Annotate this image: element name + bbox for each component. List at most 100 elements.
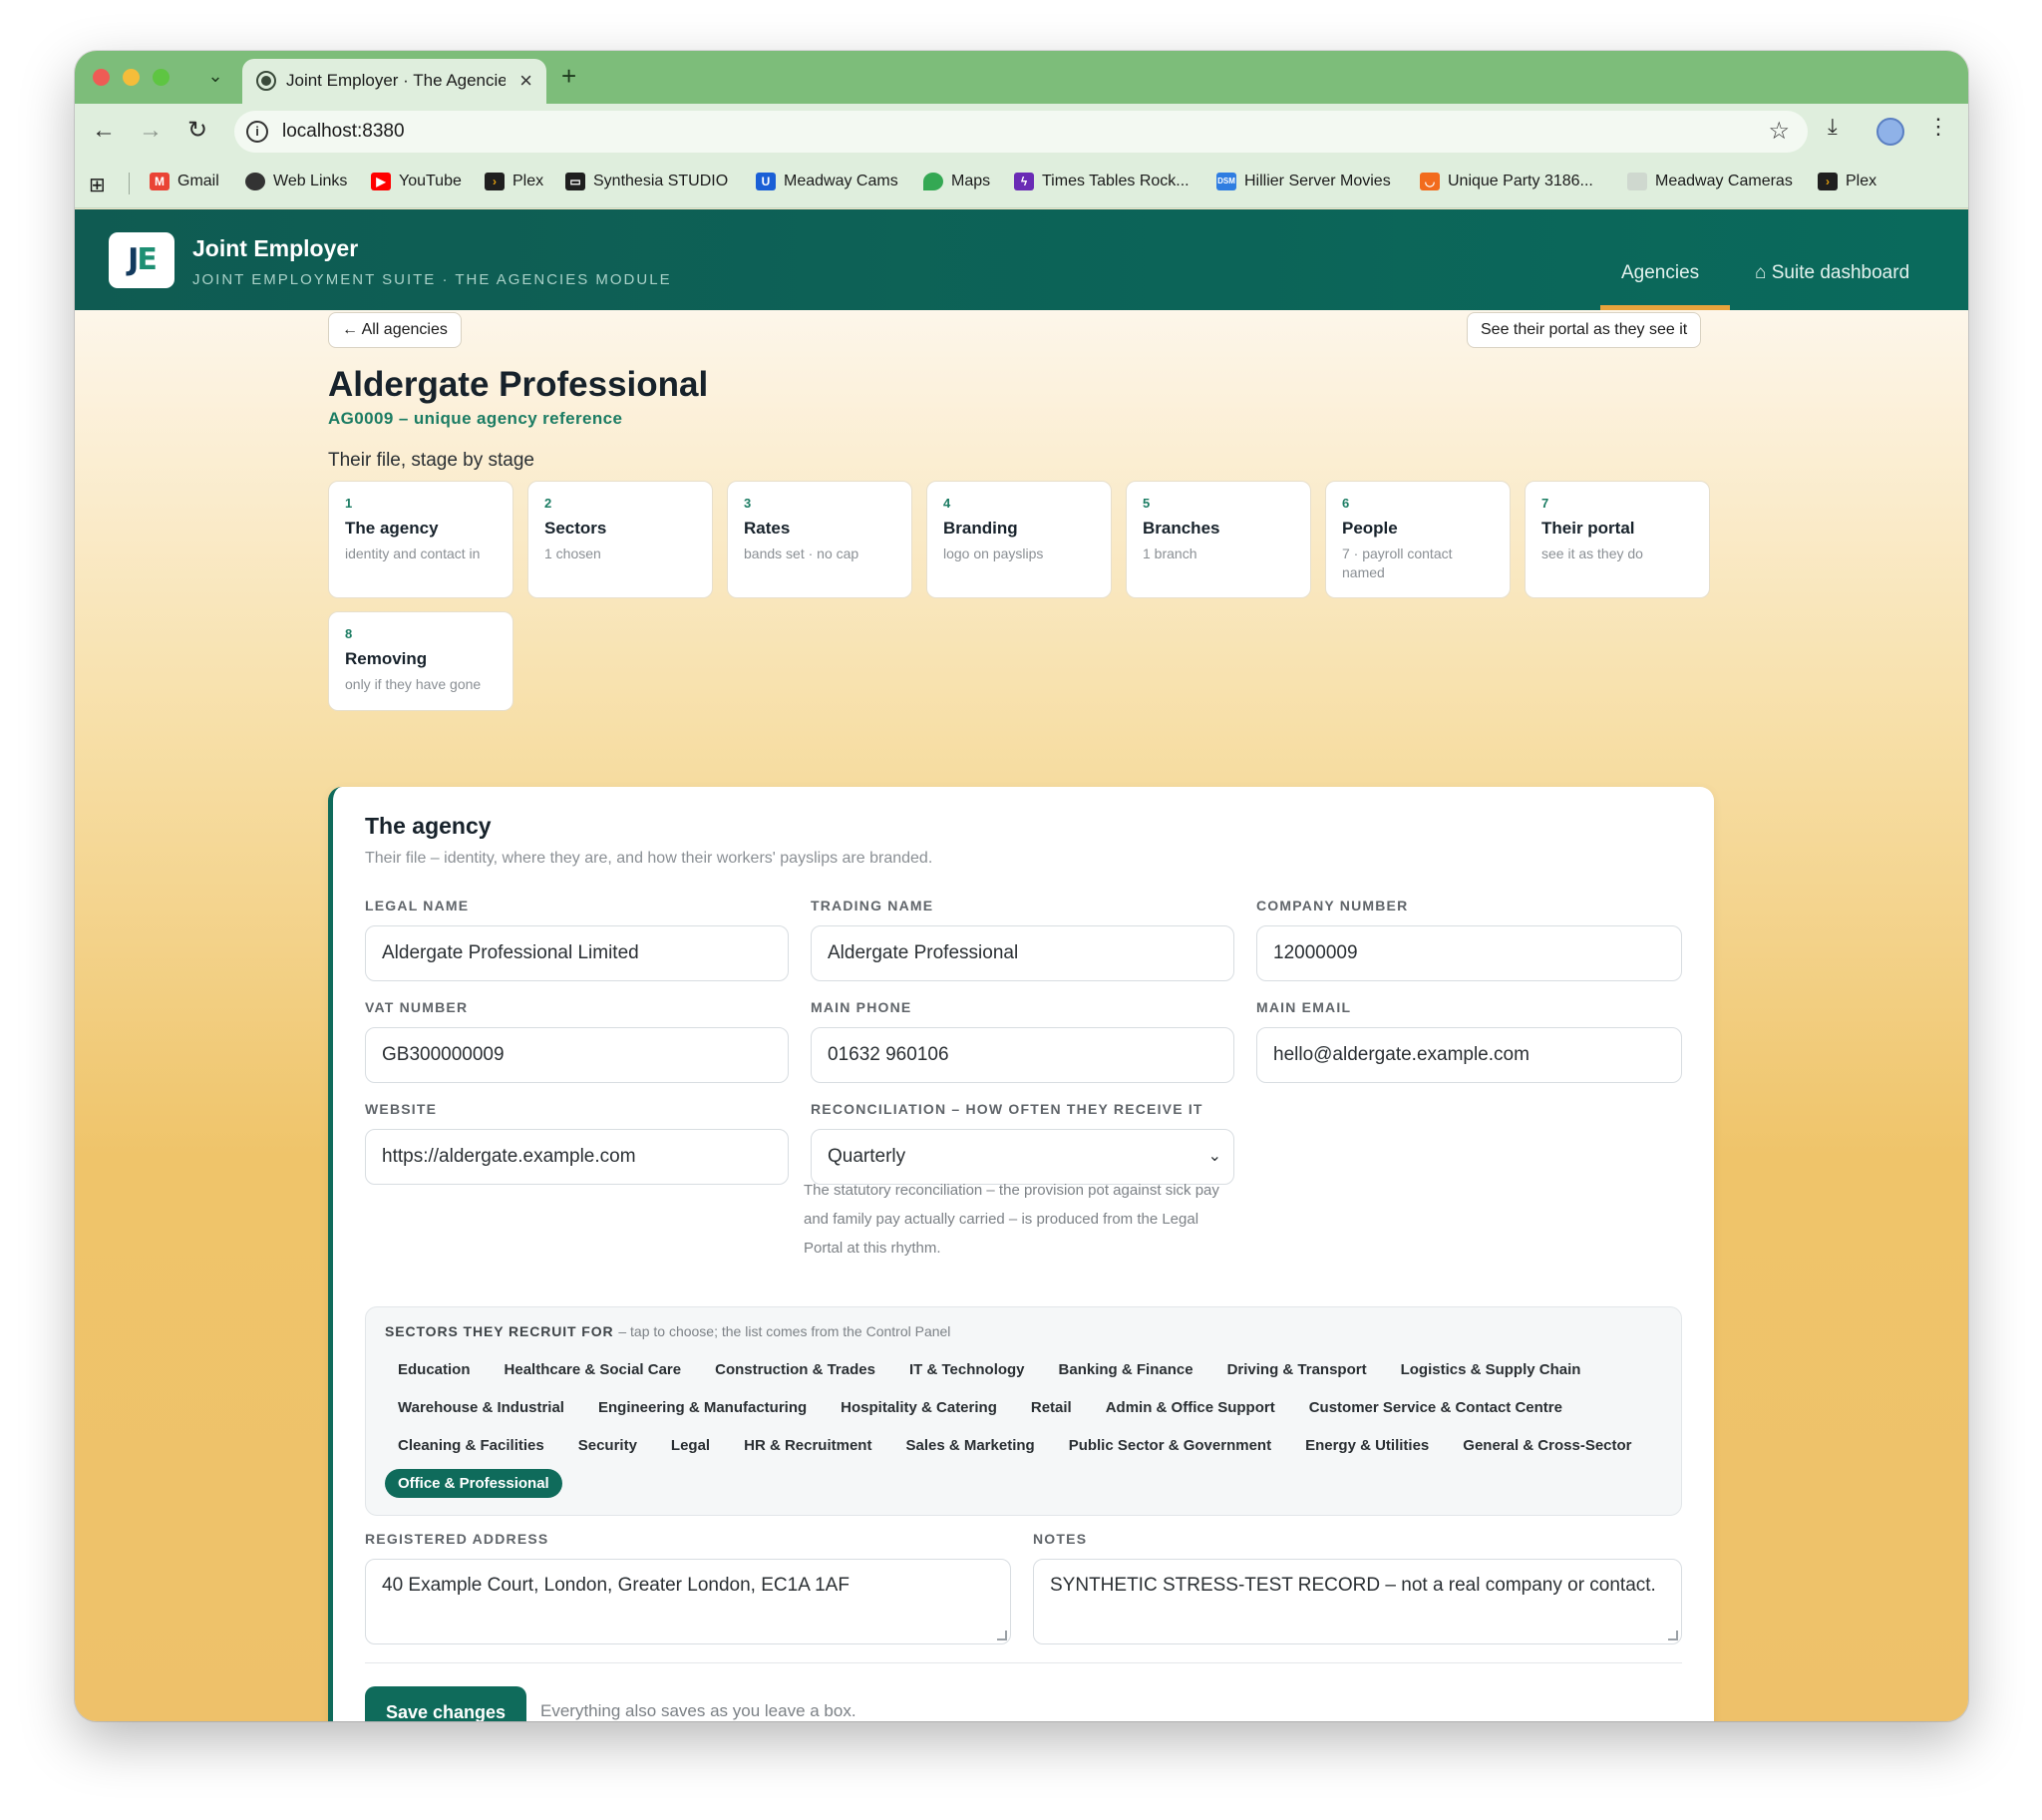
bookmark-synthesia[interactable]: ▭ Synthesia STUDIO xyxy=(565,173,728,190)
back-arrow-icon[interactable]: ← xyxy=(89,116,119,146)
legal-name-input[interactable] xyxy=(365,925,789,981)
stage-card-portal[interactable]: 7 Their portal see it as they do xyxy=(1525,481,1710,598)
stage-desc: logo on payslips xyxy=(943,546,1044,561)
bookmark-plex-2[interactable]: › Plex xyxy=(1818,173,1876,190)
vat-number-input[interactable] xyxy=(365,1027,789,1083)
browser-toolbar: ← → ↻ i localhost:8380 ☆ ⤓ ⋮ xyxy=(75,104,1968,159)
bookmark-unique-party[interactable]: ◡ Unique Party 3186... xyxy=(1420,173,1593,190)
agency-reference: AG0009 – unique agency reference xyxy=(328,409,623,428)
minimize-window-button[interactable] xyxy=(123,69,140,86)
main-email-input[interactable] xyxy=(1256,1027,1682,1083)
reload-icon[interactable]: ↻ xyxy=(182,116,212,146)
form-title: The agency xyxy=(365,813,492,839)
bookmark-hillier[interactable]: DSM Hillier Server Movies xyxy=(1216,173,1391,190)
sector-chip[interactable]: Healthcare & Social Care xyxy=(492,1355,695,1384)
close-window-button[interactable] xyxy=(93,69,110,86)
sector-chip[interactable]: Energy & Utilities xyxy=(1292,1431,1442,1460)
save-changes-button[interactable]: Save changes xyxy=(365,1686,526,1721)
reconciliation-value: Quarterly xyxy=(828,1146,906,1167)
registered-address-textarea[interactable]: 40 Example Court, London, Greater London… xyxy=(365,1559,1011,1644)
trading-name-label: TRADING NAME xyxy=(811,898,934,913)
server-icon: DSM xyxy=(1216,173,1236,190)
stage-desc: only if they have gone xyxy=(345,676,482,692)
main-phone-input[interactable] xyxy=(811,1027,1234,1083)
sector-chip[interactable]: Legal xyxy=(658,1431,723,1460)
bookmark-meadway-cameras[interactable]: Meadway Cameras xyxy=(1627,173,1793,190)
sector-chip[interactable]: Warehouse & Industrial xyxy=(385,1393,577,1422)
stage-card-branding[interactable]: 4 Branding logo on payslips xyxy=(926,481,1112,598)
stage-number: 7 xyxy=(1541,496,1549,511)
browser-tab[interactable]: Joint Employer · The Agencies × xyxy=(242,59,546,104)
all-agencies-back-button[interactable]: ← All agencies xyxy=(328,312,462,348)
sector-chip[interactable]: Public Sector & Government xyxy=(1056,1431,1284,1460)
form-subtitle: Their file – identity, where they are, a… xyxy=(365,850,933,867)
sector-chip[interactable]: Engineering & Manufacturing xyxy=(585,1393,820,1422)
apps-grid-icon[interactable]: ⊞ xyxy=(89,173,106,197)
company-number-input[interactable] xyxy=(1256,925,1682,981)
maximize-window-button[interactable] xyxy=(153,69,170,86)
stage-card-rates[interactable]: 3 Rates bands set · no cap xyxy=(727,481,912,598)
sector-chip[interactable]: Hospitality & Catering xyxy=(828,1393,1010,1422)
sector-chip[interactable]: Office & Professional xyxy=(385,1469,562,1498)
sector-chip[interactable]: Logistics & Supply Chain xyxy=(1388,1355,1594,1384)
sector-chip[interactable]: Banking & Finance xyxy=(1046,1355,1206,1384)
resize-handle-icon[interactable] xyxy=(1668,1631,1678,1640)
bookmark-plex[interactable]: › Plex xyxy=(485,173,543,190)
resize-handle-icon[interactable] xyxy=(997,1631,1007,1640)
sector-chip[interactable]: Construction & Trades xyxy=(702,1355,888,1384)
forward-arrow-icon[interactable]: → xyxy=(136,116,166,146)
synthesia-icon: ▭ xyxy=(565,173,585,190)
sector-chip[interactable]: Customer Service & Contact Centre xyxy=(1296,1393,1575,1422)
close-tab-icon[interactable]: × xyxy=(519,68,532,94)
download-icon[interactable]: ⤓ xyxy=(1828,114,1838,140)
main-content: ← All agencies See their portal as they … xyxy=(75,310,1968,1721)
trading-name-input[interactable] xyxy=(811,925,1234,981)
stage-card-branches[interactable]: 5 Branches 1 branch xyxy=(1126,481,1311,598)
menu-dots-icon[interactable]: ⋮ xyxy=(1927,114,1949,140)
plex-icon: › xyxy=(485,173,505,190)
stage-number: 6 xyxy=(1342,496,1350,511)
bookmark-meadway-cams[interactable]: U Meadway Cams xyxy=(756,173,898,190)
stage-card-agency[interactable]: 1 The agency identity and contact in xyxy=(328,481,513,598)
stage-desc: 7 · payroll contact named xyxy=(1342,546,1453,580)
stage-name: Rates xyxy=(744,519,791,538)
bookmark-maps[interactable]: Maps xyxy=(923,173,990,190)
sector-chip[interactable]: Retail xyxy=(1018,1393,1085,1422)
nav-tab-agencies[interactable]: Agencies xyxy=(1621,262,1699,284)
bookmark-star-icon[interactable]: ☆ xyxy=(1768,117,1790,146)
bookmark-gmail[interactable]: M Gmail xyxy=(150,173,219,190)
profile-avatar[interactable] xyxy=(1876,118,1904,146)
sector-chip[interactable]: HR & Recruitment xyxy=(731,1431,884,1460)
notes-textarea[interactable]: SYNTHETIC STRESS-TEST RECORD – not a rea… xyxy=(1033,1559,1682,1644)
camera-icon xyxy=(1627,173,1647,190)
site-info-icon[interactable]: i xyxy=(246,121,268,143)
sector-chip[interactable]: Cleaning & Facilities xyxy=(385,1431,557,1460)
gmail-icon: M xyxy=(150,173,170,190)
app-subtitle: JOINT EMPLOYMENT SUITE · THE AGENCIES MO… xyxy=(192,271,672,288)
nav-tab-suite-dashboard[interactable]: ⌂ Suite dashboard xyxy=(1755,262,1909,284)
browser-window: ⌄ Joint Employer · The Agencies × + ← → … xyxy=(75,51,1968,1721)
agency-form-card: The agency Their file – identity, where … xyxy=(328,787,1714,1721)
bookmark-times-tables[interactable]: ϟ Times Tables Rock... xyxy=(1014,173,1190,190)
bookmark-youtube[interactable]: ▶ YouTube xyxy=(371,173,462,190)
sector-chip[interactable]: IT & Technology xyxy=(896,1355,1038,1384)
stage-desc: see it as they do xyxy=(1541,546,1643,561)
sector-chip[interactable]: Sales & Marketing xyxy=(892,1431,1047,1460)
stage-card-people[interactable]: 6 People 7 · payroll contact named xyxy=(1325,481,1511,598)
website-input[interactable] xyxy=(365,1129,789,1185)
sector-chip[interactable]: Admin & Office Support xyxy=(1093,1393,1288,1422)
stage-card-removing[interactable]: 8 Removing only if they have gone xyxy=(328,611,513,711)
new-tab-button[interactable]: + xyxy=(561,61,576,92)
shop-icon: ◡ xyxy=(1420,173,1440,190)
sector-chip[interactable]: Education xyxy=(385,1355,484,1384)
stage-card-sectors[interactable]: 2 Sectors 1 chosen xyxy=(527,481,713,598)
bookmark-web-links[interactable]: Web Links xyxy=(245,173,347,190)
sector-chip[interactable]: General & Cross-Sector xyxy=(1450,1431,1644,1460)
address-bar[interactable]: i localhost:8380 ☆ xyxy=(234,111,1808,153)
sector-chip[interactable]: Driving & Transport xyxy=(1214,1355,1380,1384)
tab-search-icon[interactable]: ⌄ xyxy=(202,63,228,89)
sector-chip[interactable]: Security xyxy=(565,1431,650,1460)
see-portal-button[interactable]: See their portal as they see it xyxy=(1467,312,1702,348)
stage-number: 3 xyxy=(744,496,752,511)
youtube-icon: ▶ xyxy=(371,173,391,190)
